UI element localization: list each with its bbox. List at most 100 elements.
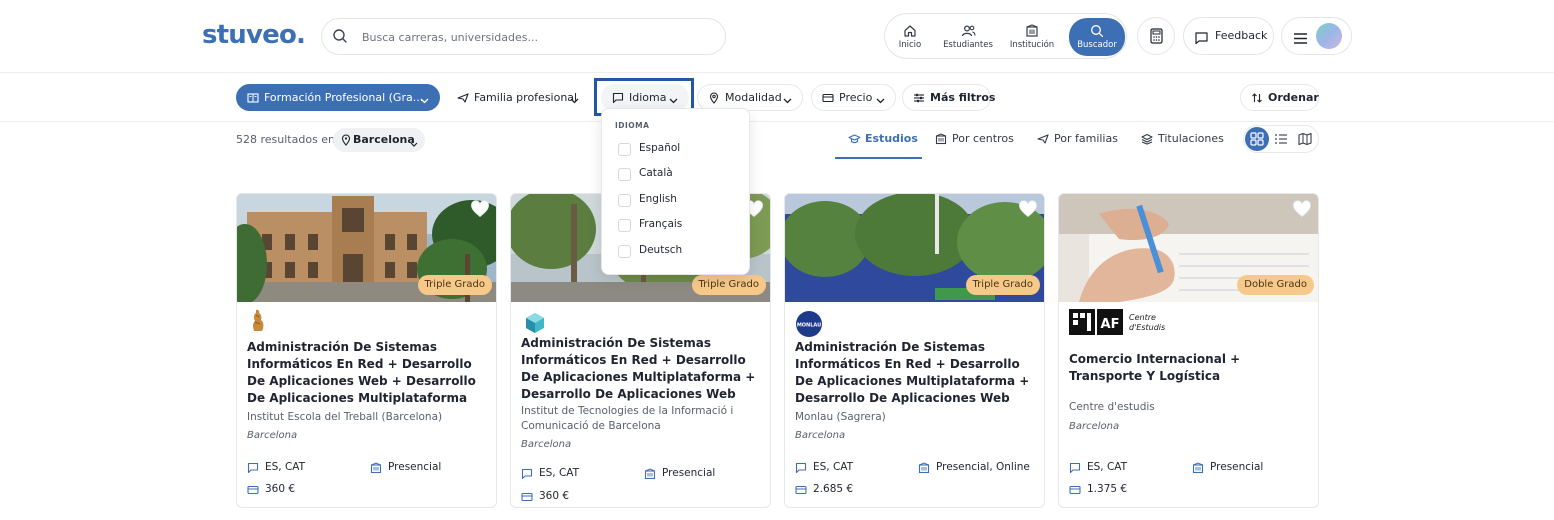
school-logo: MONLAU xyxy=(795,310,823,342)
map-icon xyxy=(1298,132,1312,146)
school-logo xyxy=(247,308,269,338)
tab-estudios[interactable]: Estudios xyxy=(835,122,922,159)
message-icon xyxy=(521,468,533,483)
option-label: Català xyxy=(639,167,673,179)
nav-institucion[interactable]: Institución xyxy=(1007,18,1057,56)
building-icon xyxy=(370,462,382,477)
checkbox[interactable] xyxy=(618,219,631,232)
nav-label: Inicio xyxy=(898,40,922,50)
plane-icon xyxy=(1037,133,1049,148)
location-pin-icon xyxy=(341,134,351,149)
card-city: Barcelona xyxy=(1069,421,1120,432)
degree-badge: Triple Grado xyxy=(691,275,766,295)
formacion-filter[interactable]: Formación Profesional (Gra... xyxy=(236,84,440,111)
card-city: Barcelona xyxy=(521,439,572,450)
option-label: English xyxy=(639,193,677,205)
nav-inicio[interactable]: Inicio xyxy=(891,18,929,56)
tab-por-familias[interactable]: Por familias xyxy=(1037,122,1119,159)
building-icon xyxy=(1192,462,1204,477)
graduation-cap-icon xyxy=(848,133,861,148)
grid-icon xyxy=(1250,132,1264,146)
menu-icon xyxy=(1293,30,1308,49)
precio-filter[interactable]: Precio xyxy=(811,84,896,111)
plane-icon xyxy=(457,92,469,107)
map-view-button[interactable] xyxy=(1293,127,1317,151)
list-view-button[interactable] xyxy=(1269,127,1293,151)
ordenar-button[interactable]: Ordenar xyxy=(1240,84,1319,111)
card-title[interactable]: Comercio Internacional + Transporte Y Lo… xyxy=(1069,351,1305,385)
result-card[interactable]: Triple Grado Administración De Sistemas … xyxy=(236,193,497,508)
checkbox[interactable] xyxy=(618,194,631,207)
price-label: 2.685 € xyxy=(813,483,854,495)
user-menu-button[interactable] xyxy=(1281,17,1352,55)
nav-estudiantes[interactable]: Estudiantes xyxy=(940,18,996,56)
result-card[interactable]: Doble Grado AF Centre d'Estudis Comercio… xyxy=(1058,193,1319,508)
building-icon xyxy=(918,462,930,477)
home-icon xyxy=(904,25,916,37)
grid-view-button[interactable] xyxy=(1245,127,1269,151)
dropdown-heading: IDIOMA xyxy=(615,121,650,130)
credit-card-icon xyxy=(521,491,533,506)
mas-filtros-button[interactable]: Más filtros xyxy=(902,84,995,111)
languages-label: ES, CAT xyxy=(1087,461,1128,473)
option-label: Deutsch xyxy=(639,244,683,256)
message-icon xyxy=(1194,30,1209,49)
favorite-heart-icon[interactable] xyxy=(1018,200,1038,222)
modalidad-label: Modalidad xyxy=(725,91,782,104)
search-input[interactable] xyxy=(362,26,712,48)
location-pin-icon xyxy=(708,92,720,107)
favorite-heart-icon[interactable] xyxy=(470,200,490,222)
avatar xyxy=(1316,23,1342,49)
languages-label: ES, CAT xyxy=(813,461,854,473)
logo-text: AF xyxy=(1101,317,1120,332)
tab-titulaciones[interactable]: Titulaciones xyxy=(1141,122,1226,159)
city-selector[interactable]: Barcelona xyxy=(333,128,425,152)
card-city: Barcelona xyxy=(247,430,298,441)
familia-filter[interactable]: Familia profesional xyxy=(446,84,590,111)
school-name: Monlau (Sagrera) xyxy=(795,411,886,423)
global-search[interactable] xyxy=(321,18,726,55)
chevron-down-icon xyxy=(669,94,678,107)
main-nav: Inicio Estudiantes Institución Buscador xyxy=(884,13,1127,59)
nav-label: Estudiantes xyxy=(943,40,993,50)
checkbox[interactable] xyxy=(618,168,631,181)
credit-card-icon xyxy=(822,92,834,107)
feedback-button[interactable]: Feedback xyxy=(1183,17,1274,55)
nav-label: Institución xyxy=(1009,40,1055,50)
chevron-down-icon xyxy=(570,94,579,107)
tab-por-centros[interactable]: Por centros xyxy=(935,122,1015,159)
city-label: Barcelona xyxy=(353,133,415,146)
tab-label: Estudios xyxy=(865,132,918,145)
nav-buscador[interactable]: Buscador xyxy=(1069,18,1125,56)
logo-text: MONLAU xyxy=(797,323,821,329)
tab-label: Titulaciones xyxy=(1158,132,1224,145)
list-icon xyxy=(1275,134,1287,144)
idioma-dropdown: IDIOMA Español Català English Français D… xyxy=(601,108,750,275)
logo-text: Centre xyxy=(1129,313,1156,322)
building-icon xyxy=(1026,24,1038,37)
users-icon xyxy=(961,25,976,37)
languages-label: ES, CAT xyxy=(265,461,306,473)
familia-label: Familia profesional xyxy=(474,91,578,104)
modality-label: Presencial xyxy=(1210,461,1264,473)
degree-badge: Doble Grado xyxy=(1237,275,1314,295)
modality-label: Presencial xyxy=(388,461,442,473)
price-label: 360 € xyxy=(265,483,296,495)
degree-badge: Triple Grado xyxy=(965,275,1040,295)
checkbox[interactable] xyxy=(618,143,631,156)
card-title[interactable]: Administración De Sistemas Informáticos … xyxy=(521,335,757,403)
credit-card-icon xyxy=(1069,484,1081,499)
card-title[interactable]: Administración De Sistemas Informáticos … xyxy=(247,339,483,407)
layers-icon xyxy=(1141,133,1153,148)
calculator-button[interactable] xyxy=(1137,17,1175,55)
modalidad-filter[interactable]: Modalidad xyxy=(697,84,803,111)
building-icon xyxy=(935,133,947,148)
checkbox[interactable] xyxy=(618,245,631,258)
mas-filtros-label: Más filtros xyxy=(930,91,996,104)
result-card[interactable]: Triple Grado MONLAU Administración De Si… xyxy=(784,193,1045,508)
book-icon xyxy=(247,92,259,107)
idioma-filter[interactable]: Idioma xyxy=(601,84,689,111)
stuveo-logo[interactable]: stuveo. xyxy=(202,20,306,50)
card-title[interactable]: Administración De Sistemas Informáticos … xyxy=(795,339,1031,407)
favorite-heart-icon[interactable] xyxy=(1292,200,1312,222)
